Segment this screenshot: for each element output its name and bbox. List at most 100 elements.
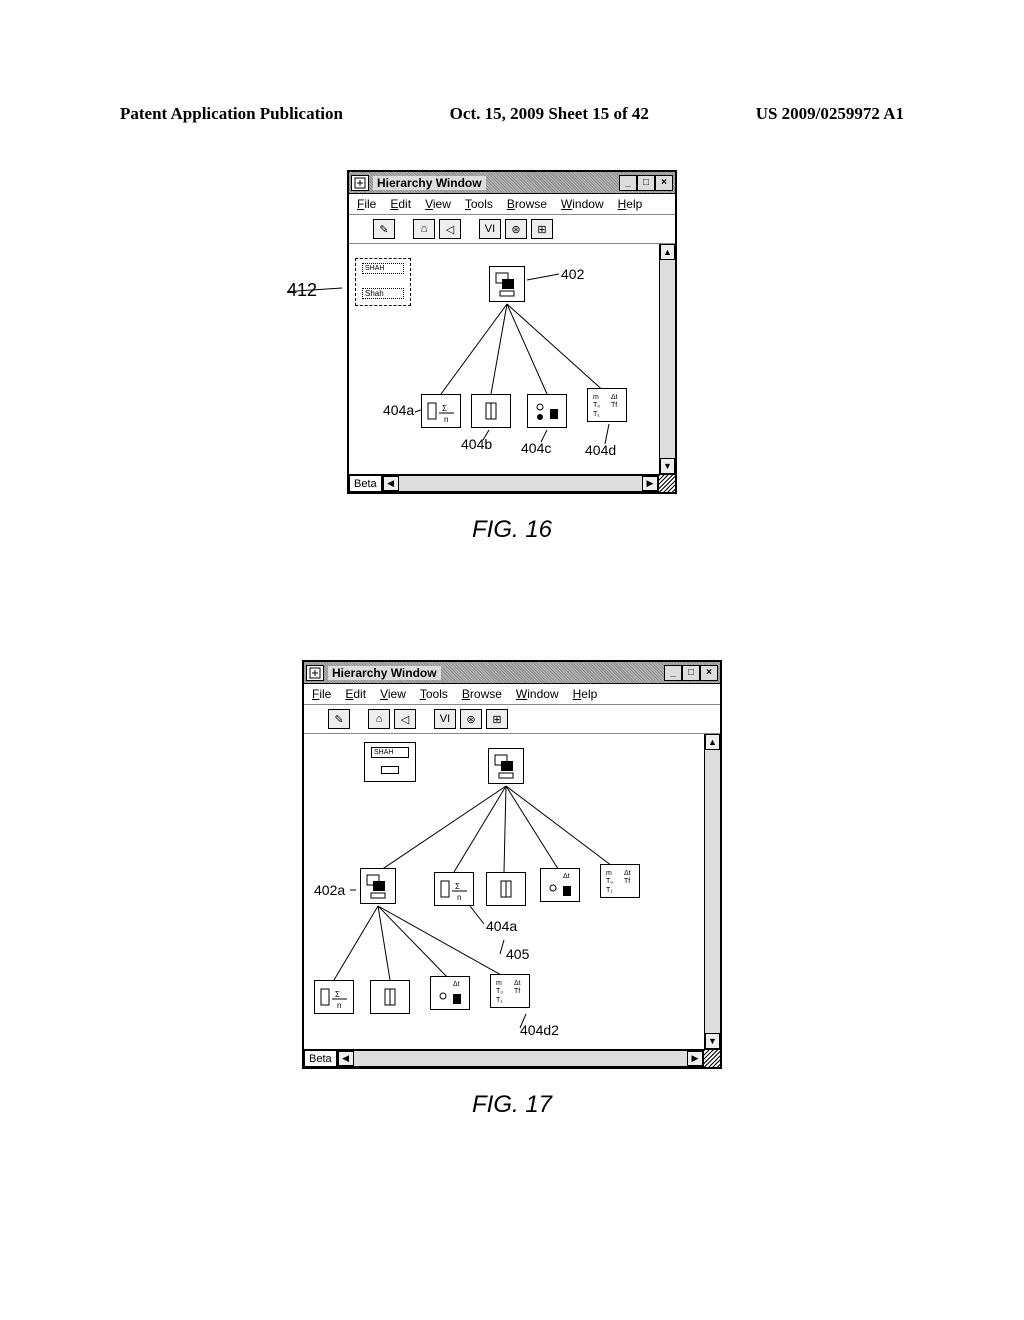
menu-edit[interactable]: Edit — [390, 197, 411, 211]
menu-window[interactable]: Window — [516, 687, 559, 701]
vertical-scrollbar[interactable]: ▲ ▼ — [704, 734, 720, 1049]
svg-text:m: m — [606, 870, 612, 877]
minimize-button[interactable]: _ — [664, 665, 682, 681]
level1-node-d[interactable]: Δt — [540, 868, 580, 902]
menu-file[interactable]: File — [357, 197, 376, 211]
svg-text:n: n — [337, 1001, 341, 1010]
menu-help[interactable]: Help — [618, 197, 643, 211]
menu-file[interactable]: File — [312, 687, 331, 701]
menu-view[interactable]: View — [425, 197, 451, 211]
toolbar-btn-6[interactable]: ⊞ — [486, 709, 508, 729]
svg-text:T₀: T₀ — [606, 878, 613, 885]
ref-404c: 404c — [521, 440, 551, 456]
svg-text:T₁: T₁ — [496, 997, 503, 1004]
toolbar-btn-3[interactable]: ◁ — [394, 709, 416, 729]
scroll-right-icon[interactable]: ▶ — [642, 476, 658, 491]
hierarchy-canvas[interactable]: SHAH Σn Δt — [304, 734, 720, 1049]
close-button[interactable]: × — [700, 665, 718, 681]
pub-label: Patent Application Publication — [120, 104, 343, 124]
figure-label-17: FIG. 17 — [302, 1091, 722, 1119]
svg-text:Tf: Tf — [624, 878, 630, 885]
vertical-scrollbar[interactable]: ▲ ▼ — [659, 244, 675, 474]
ref-402a: 402a — [314, 882, 345, 898]
toolbar-btn-1[interactable]: ✎ — [328, 709, 350, 729]
menu-help[interactable]: Help — [573, 687, 598, 701]
scroll-left-icon[interactable]: ◀ — [383, 476, 399, 491]
menubar: File Edit View Tools Browse Window Help — [349, 194, 675, 215]
svg-text:T₀: T₀ — [593, 402, 600, 409]
shah-tag-box: SHAH — [364, 742, 416, 782]
scroll-right-icon[interactable]: ▶ — [687, 1051, 703, 1066]
svg-text:n: n — [457, 893, 461, 902]
scroll-left-icon[interactable]: ◀ — [338, 1051, 354, 1066]
menu-edit[interactable]: Edit — [345, 687, 366, 701]
child-node-a[interactable]: Σn — [421, 394, 461, 428]
menubar: File Edit View Tools Browse Window Help — [304, 684, 720, 705]
maximize-button[interactable]: □ — [682, 665, 700, 681]
toolbar-btn-3[interactable]: ◁ — [439, 219, 461, 239]
toolbar-btn-5[interactable]: ⊛ — [460, 709, 482, 729]
menu-window[interactable]: Window — [561, 197, 604, 211]
toolbar: ✎ ⌂ ◁ VI ⊛ ⊞ — [304, 705, 720, 734]
scroll-up-icon[interactable]: ▲ — [705, 734, 720, 750]
scroll-up-icon[interactable]: ▲ — [660, 244, 675, 260]
svg-text:m: m — [593, 394, 599, 401]
scroll-down-icon[interactable]: ▼ — [705, 1033, 720, 1049]
toolbar-btn-4[interactable]: VI — [434, 709, 456, 729]
close-button[interactable]: × — [655, 175, 673, 191]
level1-node-e[interactable]: m Δt T₀ Tf T₁ — [600, 864, 640, 898]
root-node-402[interactable] — [489, 266, 525, 302]
horizontal-scrollbar[interactable]: ◀ ▶ — [382, 475, 659, 492]
level2-node-a[interactable]: Σn — [314, 980, 354, 1014]
app-icon — [306, 665, 324, 681]
minimize-button[interactable]: _ — [619, 175, 637, 191]
ref-404d2: 404d2 — [520, 1022, 559, 1038]
svg-text:Tf: Tf — [611, 402, 617, 409]
level2-node-c[interactable]: Δt — [430, 976, 470, 1010]
svg-text:Σ: Σ — [442, 404, 447, 413]
toolbar-btn-2[interactable]: ⌂ — [413, 219, 435, 239]
child-node-b[interactable] — [471, 394, 511, 428]
resize-grip[interactable] — [704, 1050, 720, 1067]
svg-text:m: m — [496, 980, 502, 987]
toolbar-btn-6[interactable]: ⊞ — [531, 219, 553, 239]
ref-404b: 404b — [461, 436, 492, 452]
root-node[interactable] — [488, 748, 524, 784]
node-402a[interactable] — [360, 868, 396, 904]
tag-bottom: Shah — [362, 288, 404, 299]
level1-node-c[interactable] — [486, 872, 526, 906]
beta-label: Beta — [349, 475, 382, 492]
scroll-down-icon[interactable]: ▼ — [660, 458, 675, 474]
horizontal-scrollbar[interactable]: ◀ ▶ — [337, 1050, 704, 1067]
menu-tools[interactable]: Tools — [465, 197, 493, 211]
resize-grip[interactable] — [659, 475, 675, 492]
ref-404a: 404a — [486, 918, 517, 934]
svg-text:T₀: T₀ — [496, 988, 503, 995]
level2-node-b[interactable] — [370, 980, 410, 1014]
child-node-d[interactable]: mΔtT₀TfT₁ — [587, 388, 627, 422]
svg-text:Δt: Δt — [624, 870, 631, 877]
svg-text:n: n — [444, 415, 448, 424]
menu-view[interactable]: View — [380, 687, 406, 701]
hierarchy-canvas[interactable]: SHAH Shah 402 Σn — [349, 244, 675, 474]
svg-text:T₁: T₁ — [606, 887, 613, 894]
menu-browse[interactable]: Browse — [507, 197, 547, 211]
toolbar-btn-4[interactable]: VI — [479, 219, 501, 239]
toolbar-btn-2[interactable]: ⌂ — [368, 709, 390, 729]
maximize-button[interactable]: □ — [637, 175, 655, 191]
ref-412: 412 — [287, 280, 317, 301]
toolbar-btn-5[interactable]: ⊛ — [505, 219, 527, 239]
level1-node-b[interactable]: Σn — [434, 872, 474, 906]
bottom-bar: Beta ◀ ▶ — [349, 474, 675, 492]
svg-text:Δt: Δt — [514, 980, 521, 987]
toolbar-btn-1[interactable]: ✎ — [373, 219, 395, 239]
figure-label-16: FIG. 16 — [347, 516, 677, 544]
pub-number: US 2009/0259972 A1 — [756, 104, 904, 124]
window-title: Hierarchy Window — [373, 176, 486, 190]
menu-browse[interactable]: Browse — [462, 687, 502, 701]
hierarchy-window-16: Hierarchy Window _ □ × File Edit View To… — [347, 170, 677, 494]
level2-node-d[interactable]: mΔtT₀TfT₁ — [490, 974, 530, 1008]
child-node-c[interactable] — [527, 394, 567, 428]
menu-tools[interactable]: Tools — [420, 687, 448, 701]
svg-text:Δt: Δt — [453, 981, 460, 988]
